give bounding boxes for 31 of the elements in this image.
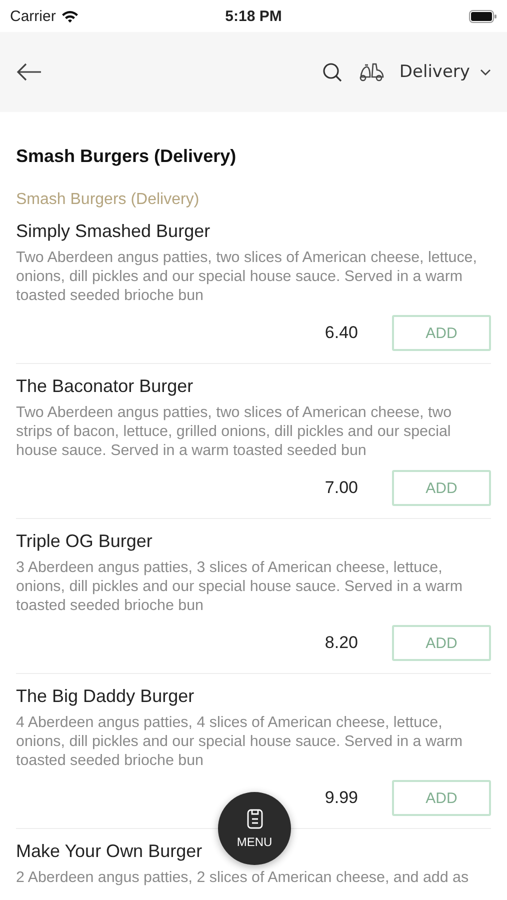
menu-card-icon [246, 808, 262, 828]
menu-button[interactable]: MENU [218, 792, 291, 865]
add-button[interactable]: ADD [392, 780, 491, 816]
item-price: 7.00 [324, 478, 358, 498]
battery-icon [468, 10, 497, 22]
status-time: 5:18 PM [225, 8, 282, 24]
item-name: The Big Daddy Burger [16, 686, 194, 707]
item-name: Make Your Own Burger [16, 841, 202, 862]
item-name: The Baconator Burger [16, 376, 194, 397]
item-description: Two Aberdeen angus patties, two slices of American cheese, two strips of bacon, lettuce, grilled onions, dill pickles and our special house sauce. Served in a warm toasted seeded bun [16, 403, 453, 460]
item-description: 2 Aberdeen angus patties, 2 slices of American cheese, and add as [16, 868, 470, 887]
item-price: 8.20 [324, 633, 358, 653]
add-button[interactable]: ADD [392, 470, 491, 506]
chevron-down-icon [480, 68, 491, 76]
search-icon[interactable] [322, 62, 344, 82]
add-button[interactable]: ADD [392, 625, 491, 661]
item-name: Simply Smashed Burger [16, 221, 210, 242]
item-description: 3 Aberdeen angus patties, 3 slices of American cheese, lettuce, onions, dill pickles and our special house sauce. Served in a warm toasted seeded brioche bun [16, 558, 464, 615]
item-price: 6.40 [324, 323, 358, 343]
category-heading: Smash Burgers (Delivery) [16, 191, 200, 209]
scooter-icon [357, 62, 386, 82]
carrier-name: Carrier [10, 8, 56, 24]
item-name: Triple OG Burger [16, 531, 152, 552]
item-description: Two Aberdeen angus patties, two slices of American cheese, lettuce, onions, dill pickles and our special house sauce. Served in a warm toasted seeded brioche bun [16, 248, 478, 305]
item-description: 4 Aberdeen angus patties, 4 slices of American cheese, lettuce, onions, dill pickles and our special house sauce. Served in a warm toasted seeded brioche bun [16, 713, 464, 770]
wifi-icon [60, 10, 79, 22]
section-title: Smash Burgers (Delivery) [16, 146, 238, 167]
add-button[interactable]: ADD [392, 315, 491, 351]
item-price: 9.99 [324, 788, 358, 808]
delivery-mode-dropdown[interactable]: Delivery [399, 62, 491, 82]
back-arrow-icon[interactable] [16, 63, 42, 81]
